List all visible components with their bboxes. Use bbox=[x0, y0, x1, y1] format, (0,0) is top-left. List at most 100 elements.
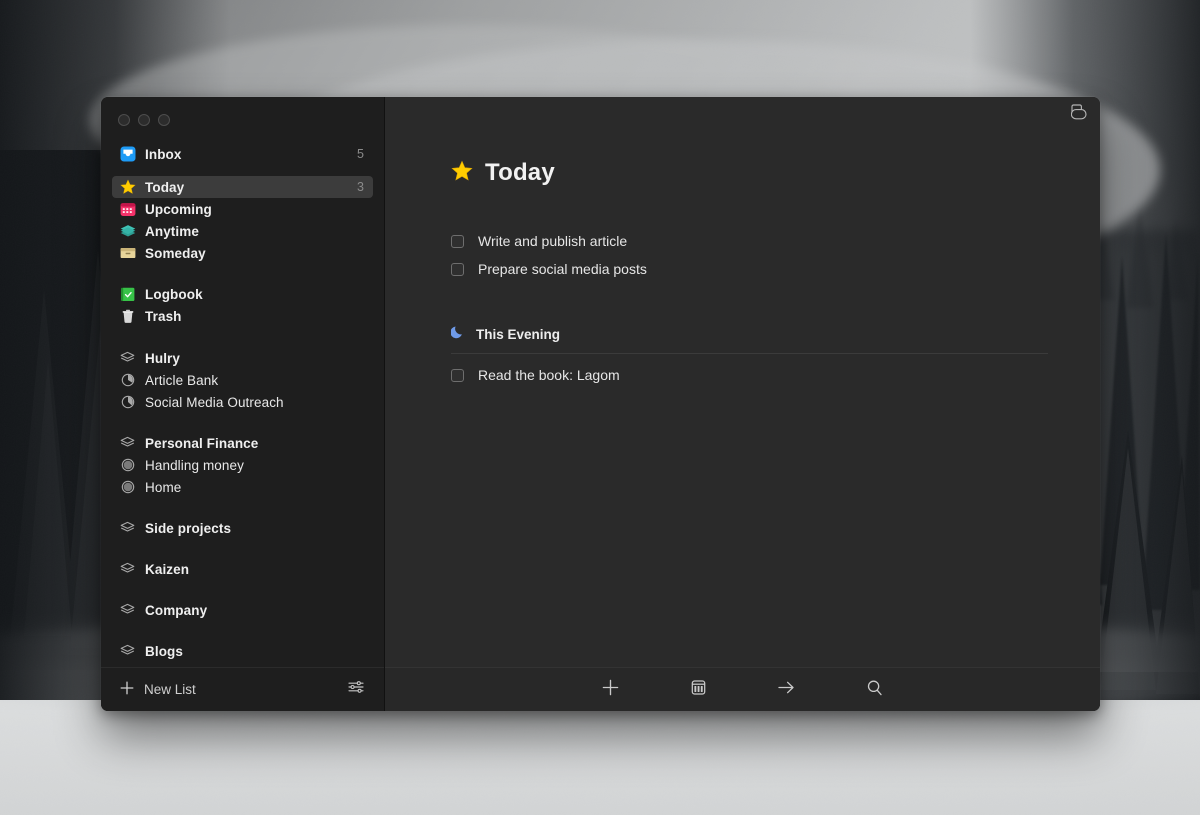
sidebar-project-handling-money[interactable]: Handling money bbox=[112, 454, 373, 476]
sidebar-area-label: Blogs bbox=[145, 643, 184, 659]
calendar-icon bbox=[119, 201, 136, 218]
move-button[interactable] bbox=[743, 675, 831, 705]
window-controls[interactable] bbox=[101, 97, 384, 131]
minimize-button[interactable] bbox=[138, 114, 150, 126]
task-checkbox[interactable] bbox=[451, 368, 464, 382]
sidebar-item-logbook[interactable]: Logbook bbox=[112, 283, 373, 305]
sidebar-item-inbox[interactable]: Inbox 5 bbox=[112, 143, 373, 165]
sidebar-item-trash[interactable]: Trash bbox=[112, 305, 373, 327]
trash-icon bbox=[119, 308, 136, 325]
sidebar-area-blogs[interactable]: Blogs bbox=[112, 640, 373, 662]
task-title: Write and publish article bbox=[478, 233, 628, 249]
when-button[interactable] bbox=[655, 675, 743, 705]
arrow-right-icon bbox=[777, 679, 796, 701]
task-row[interactable]: Read the book: Lagom bbox=[451, 361, 1048, 389]
task-checkbox[interactable] bbox=[451, 262, 464, 276]
search-button[interactable] bbox=[831, 675, 919, 705]
task-title: Read the book: Lagom bbox=[478, 367, 620, 383]
calendar-icon bbox=[690, 679, 707, 701]
sidebar-footer: New List bbox=[101, 667, 384, 711]
sidebar-area-label: Company bbox=[145, 602, 208, 618]
section-title: This Evening bbox=[476, 327, 561, 342]
bottom-toolbar bbox=[385, 667, 1100, 711]
sidebar-item-upcoming[interactable]: Upcoming bbox=[112, 198, 373, 220]
sidebar-item-label: Trash bbox=[145, 308, 182, 324]
duplicate-window-icon[interactable] bbox=[1070, 103, 1087, 125]
sidebar-area-label: Side projects bbox=[145, 520, 232, 536]
sidebar-item-label: Anytime bbox=[145, 223, 199, 239]
page-title-row: Today bbox=[451, 159, 1048, 187]
sidebar-item-label: Someday bbox=[145, 245, 206, 261]
area-icon bbox=[119, 643, 136, 660]
sidebar-area-personal-finance[interactable]: Personal Finance bbox=[112, 432, 373, 454]
things-app-window: Inbox 5 Today 3 Upcoming Anytime Someday… bbox=[101, 97, 1100, 711]
area-icon bbox=[119, 435, 136, 452]
main-panel: Today Write and publish article Prepare … bbox=[385, 97, 1100, 711]
plus-icon bbox=[120, 681, 134, 698]
sidebar-project-label: Home bbox=[145, 479, 182, 495]
project-pie-icon bbox=[119, 372, 136, 389]
plus-icon bbox=[602, 679, 619, 701]
section-header: This Evening bbox=[450, 325, 1048, 353]
task-list: Write and publish article Prepare social… bbox=[451, 227, 1048, 283]
project-pie-icon bbox=[119, 394, 136, 411]
sidebar-project-home[interactable]: Home bbox=[112, 476, 373, 498]
search-icon bbox=[866, 679, 883, 701]
task-row[interactable]: Write and publish article bbox=[451, 227, 1048, 255]
sidebar-item-anytime[interactable]: Anytime bbox=[112, 220, 373, 242]
area-icon bbox=[119, 602, 136, 619]
sidebar-area-label: Personal Finance bbox=[145, 435, 259, 451]
layers-icon bbox=[119, 223, 136, 240]
sidebar-item-today[interactable]: Today 3 bbox=[112, 176, 373, 198]
project-circle-icon bbox=[119, 457, 136, 474]
sidebar-item-count: 5 bbox=[357, 147, 364, 161]
inbox-icon bbox=[119, 146, 136, 163]
task-checkbox[interactable] bbox=[451, 234, 464, 248]
sidebar-area-label: Kaizen bbox=[145, 561, 190, 577]
sidebar-item-label: Today bbox=[145, 179, 185, 195]
main-topbar bbox=[385, 97, 1100, 131]
sidebar-area-side-projects[interactable]: Side projects bbox=[112, 517, 373, 539]
box-icon bbox=[119, 245, 136, 262]
sidebar-project-label: Handling money bbox=[145, 457, 244, 473]
zoom-button[interactable] bbox=[158, 114, 170, 126]
sidebar-project-label: Article Bank bbox=[145, 372, 219, 388]
sidebar-area-company[interactable]: Company bbox=[112, 599, 373, 621]
new-todo-button[interactable] bbox=[567, 675, 655, 705]
sidebar-item-label: Inbox bbox=[145, 146, 182, 162]
task-title: Prepare social media posts bbox=[478, 261, 647, 277]
star-icon bbox=[119, 179, 136, 196]
project-circle-icon bbox=[119, 479, 136, 496]
sliders-icon[interactable] bbox=[348, 680, 364, 699]
sidebar-project-article-bank[interactable]: Article Bank bbox=[112, 369, 373, 391]
new-list-label: New List bbox=[144, 682, 196, 697]
sidebar-item-someday[interactable]: Someday bbox=[112, 242, 373, 264]
sidebar-item-count: 3 bbox=[357, 180, 364, 194]
sidebar: Inbox 5 Today 3 Upcoming Anytime Someday… bbox=[101, 97, 385, 711]
sidebar-item-label: Logbook bbox=[145, 286, 203, 302]
star-icon bbox=[451, 160, 473, 187]
sidebar-area-hulry[interactable]: Hulry bbox=[112, 347, 373, 369]
sidebar-nav: Inbox 5 Today 3 Upcoming Anytime Someday… bbox=[101, 131, 384, 667]
close-button[interactable] bbox=[118, 114, 130, 126]
moon-icon bbox=[450, 325, 465, 344]
sidebar-project-label: Social Media Outreach bbox=[145, 394, 284, 410]
sidebar-project-social-media-outreach[interactable]: Social Media Outreach bbox=[112, 391, 373, 413]
sidebar-area-kaizen[interactable]: Kaizen bbox=[112, 558, 373, 580]
section-divider bbox=[451, 353, 1048, 354]
sidebar-area-label: Hulry bbox=[145, 350, 181, 366]
page-title: Today bbox=[485, 159, 555, 186]
logbook-icon bbox=[119, 286, 136, 303]
task-row[interactable]: Prepare social media posts bbox=[451, 255, 1048, 283]
new-list-button[interactable]: New List bbox=[120, 681, 196, 698]
main-body: Today Write and publish article Prepare … bbox=[385, 131, 1100, 667]
sidebar-item-label: Upcoming bbox=[145, 201, 212, 217]
